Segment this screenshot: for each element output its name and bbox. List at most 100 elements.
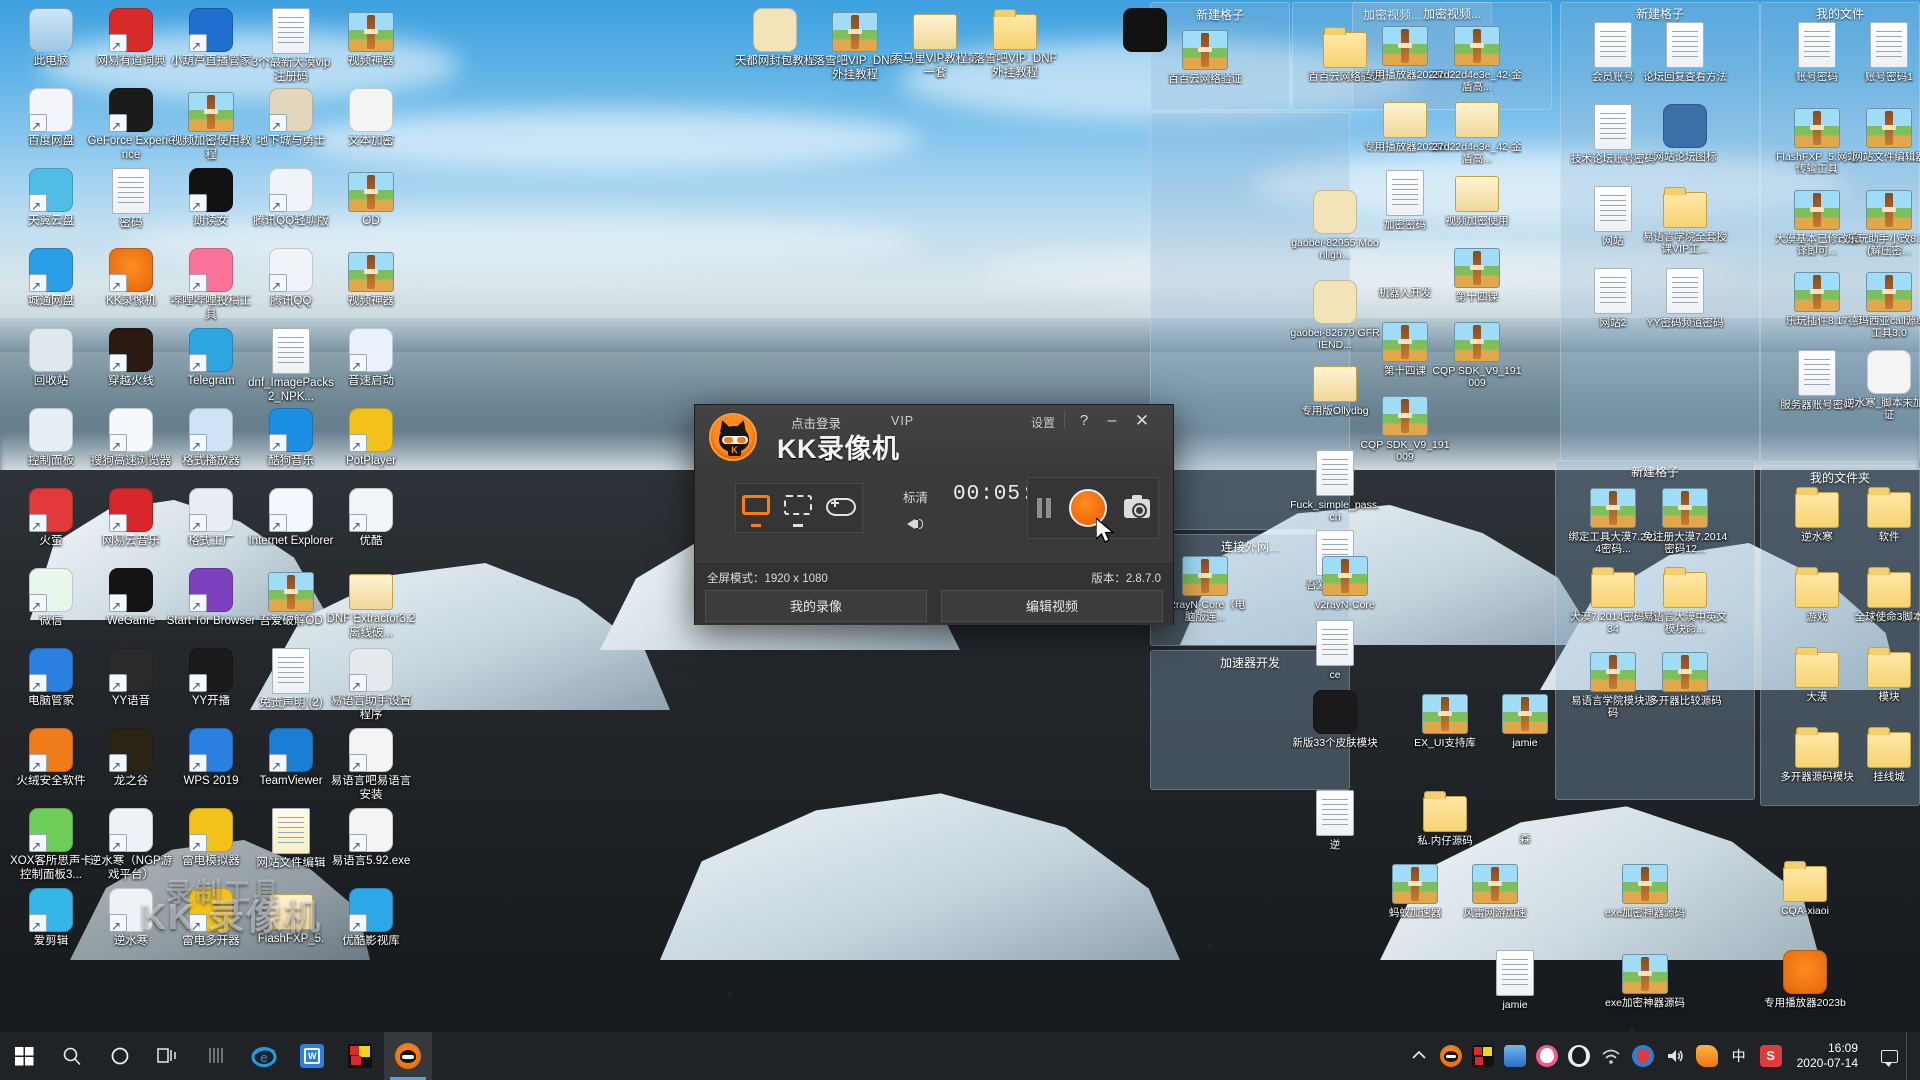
my-recordings-button[interactable]: 我的录像 [705, 590, 927, 622]
desktop-icon[interactable]: YY密码频道密码 [1640, 268, 1730, 329]
desktop-icon[interactable]: WPS 2019 [166, 728, 256, 789]
desktop-icon[interactable]: 专用播放器2023b [1760, 950, 1850, 1009]
clock[interactable]: 16:09 2020-07-14 [1787, 1041, 1872, 1071]
desktop-icon[interactable]: 搜狗高速浏览器 [86, 408, 176, 469]
settings-button[interactable]: 设置 [1031, 414, 1055, 431]
desktop-icon[interactable]: 免注册大漠7.2014密码12... [1640, 484, 1730, 555]
system-tray[interactable]: 中 S 16:09 2020-07-14 [1403, 1032, 1920, 1080]
desktop-icon[interactable]: 龙之谷 [86, 728, 176, 789]
desktop-icon[interactable]: jamie [1480, 690, 1570, 749]
desktop-icon[interactable]: 哔哩哔哩投稿工具 [166, 248, 256, 322]
desktop-icon[interactable]: 腾讯QQ轻聊版 [246, 168, 336, 229]
desktop-icon[interactable]: PotPlayer [326, 408, 416, 469]
desktop-icon[interactable]: exe加密神器源码 [1600, 860, 1690, 919]
desktop-icon[interactable]: 雷电多开器 [166, 888, 256, 949]
cortana-button[interactable] [96, 1032, 144, 1080]
desktop-icon[interactable]: 天都网封包教程 [730, 8, 820, 69]
desktop-icon[interactable]: 索马里VIP教程第一套 [890, 8, 980, 80]
desktop-icon[interactable]: 森 [1480, 790, 1570, 845]
desktop-icon[interactable]: 火萤 [6, 488, 96, 549]
desktop-icon[interactable]: YY开播 [166, 648, 256, 709]
desktop-icon[interactable]: 微信 [6, 568, 96, 629]
desktop-icon[interactable]: OD [326, 168, 416, 229]
wifi-icon[interactable] [1600, 1045, 1622, 1067]
pause-button[interactable] [1036, 498, 1052, 518]
speaker-icon[interactable] [907, 515, 925, 531]
desktop-icon[interactable]: 全球使命3脚本 [1844, 566, 1920, 623]
desktop-icon[interactable]: 腾讯QQ [246, 248, 336, 309]
task-view-button[interactable] [144, 1032, 192, 1080]
desktop-icon[interactable]: 百度网盘 [6, 88, 96, 149]
tray-qq-icon[interactable] [1567, 1045, 1590, 1067]
desktop-icon[interactable]: DNF Extractor3.2离线破... [326, 568, 416, 640]
desktop-icon[interactable]: 乐玩助手小改8.17(解压密... [1844, 186, 1920, 257]
desktop-icon[interactable]: 3个最新大漠vip注册码 [246, 8, 336, 84]
taskbar-item-ie[interactable]: e [240, 1032, 288, 1080]
edit-video-button[interactable]: 编辑视频 [941, 590, 1163, 622]
desktop-icon[interactable]: 爱剪辑 [6, 888, 96, 949]
kk-recorder-window[interactable]: K 点击登录 VIP KK录像机 设置 ? – ✕ 标清 00:05:12 全屏… [694, 404, 1174, 625]
screenshot-button[interactable] [1123, 494, 1150, 518]
desktop-icon[interactable]: 文本加密 [326, 88, 416, 149]
desktop-icon[interactable]: 城通网盘 [6, 248, 96, 309]
desktop-icon[interactable]: 百百云网络验证 [1160, 26, 1250, 85]
monitor-icon[interactable] [742, 495, 772, 521]
desktop-icon[interactable]: 第十四课 [1432, 244, 1522, 303]
desktop-icon[interactable]: 格式工厂 [166, 488, 256, 549]
desktop-icon[interactable]: 回收站 [6, 328, 96, 389]
search-button[interactable] [48, 1032, 96, 1080]
kk-titlebar[interactable]: K 点击登录 VIP KK录像机 设置 ? – ✕ [695, 405, 1173, 467]
desktop-icon[interactable]: WeGame [86, 568, 176, 629]
desktop-icon[interactable]: jamie [1470, 950, 1560, 1011]
desktop-icon[interactable]: 雷电模拟器 [166, 808, 256, 869]
tray-huorong-icon[interactable] [1695, 1045, 1718, 1067]
tray-box-icon[interactable] [1503, 1045, 1526, 1067]
quality-label[interactable]: 标清 [903, 487, 928, 506]
taskbar-item-kk-recorder[interactable] [384, 1032, 432, 1080]
tray-guanjia-icon[interactable] [1631, 1045, 1654, 1067]
vip-label[interactable]: VIP [891, 414, 914, 428]
taskbar-item-langdunv[interactable] [336, 1032, 384, 1080]
desktop-icon[interactable]: 27d22d4e3e_42-金盾高... [1432, 22, 1522, 93]
desktop-icon[interactable]: CQP SDK_V9_191009 [1360, 392, 1450, 463]
tray-sogou-icon[interactable]: S [1759, 1045, 1782, 1067]
close-button[interactable]: ✕ [1131, 411, 1153, 431]
desktop-icon[interactable]: 优酷影视库 [326, 888, 416, 949]
desktop-icon[interactable]: 地下城与勇士 [246, 88, 336, 149]
desktop-icon[interactable]: ce [1290, 620, 1380, 681]
desktop-icon[interactable]: 朗读女 [166, 168, 256, 229]
desktop-icon[interactable]: 此电脑 [6, 8, 96, 69]
desktop-icon[interactable]: 易语言大漠中英文模块命... [1640, 566, 1730, 635]
desktop-icon[interactable]: 风雷网游加速 [1450, 860, 1540, 919]
desktop-icon[interactable]: 易语言助手设置程序 [326, 648, 416, 722]
desktop-icon[interactable]: 视频加密使用 [1432, 170, 1522, 227]
desktop-icon[interactable]: 网易云音乐 [86, 488, 176, 549]
minimize-button[interactable]: – [1101, 411, 1123, 431]
show-desktop-button[interactable] [1906, 1032, 1914, 1080]
desktop-icon[interactable]: 德玛西亚call源api工具3.0 [1844, 268, 1920, 339]
desktop-icon[interactable]: 论坛回复查看方法 [1640, 22, 1730, 83]
desktop-icon[interactable]: 网站文件编辑 [246, 808, 336, 871]
desktop-icon[interactable]: dnf_ImagePacks2_NPK... [246, 328, 336, 404]
desktop-icon[interactable]: KK录像机 [86, 248, 176, 309]
desktop-icon[interactable]: 免责声明 (2) [246, 648, 336, 711]
desktop-icon[interactable]: 易语言5.92.exe [326, 808, 416, 869]
desktop-icon[interactable]: 穿越火线 [86, 328, 176, 389]
desktop-icon[interactable]: 多开器比较源码 [1640, 648, 1730, 707]
desktop-icon[interactable]: 挂线城 [1844, 726, 1920, 783]
desktop-icon[interactable]: 天翼云盘 [6, 168, 96, 229]
notification-center-button[interactable] [1872, 1032, 1906, 1080]
desktop-icon[interactable]: TeamViewer [246, 728, 336, 789]
desktop-icon[interactable]: Internet Explorer [246, 488, 336, 549]
desktop-icon[interactable]: 优酷 [326, 488, 416, 549]
desktop-icon[interactable]: 网站论坛图标 [1640, 104, 1730, 163]
desktop-icon[interactable]: 账号密码1 [1844, 22, 1920, 83]
desktop-icon[interactable]: 小葫芦直播管家 [166, 8, 256, 69]
desktop-icon[interactable]: Start Tor Browser [166, 568, 256, 629]
desktop-icon[interactable]: GeForce Experience [86, 88, 176, 162]
desktop-icon[interactable]: 火绒安全软件 [6, 728, 96, 789]
desktop-icon[interactable]: 落雪吧VIP_DNF外挂教程 [970, 8, 1060, 80]
start-button[interactable] [0, 1032, 48, 1080]
taskbar-item-wps[interactable]: W [288, 1032, 336, 1080]
tray-kk-icon[interactable] [1439, 1045, 1462, 1067]
